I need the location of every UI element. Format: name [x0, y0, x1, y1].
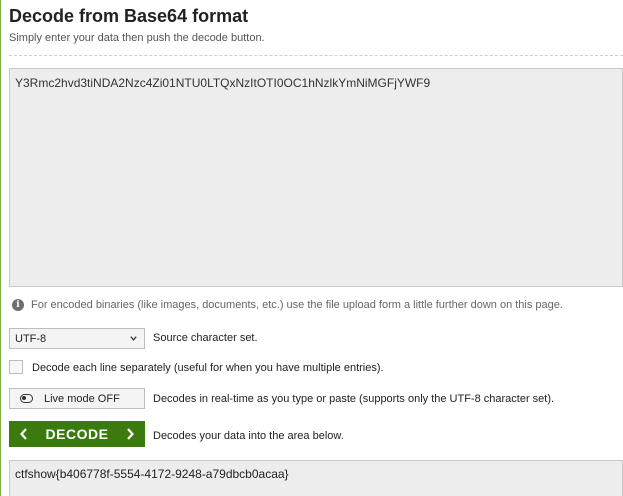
page-subtitle: Simply enter your data then push the dec…	[9, 32, 265, 44]
live-mode-label: Live mode OFF	[44, 392, 120, 405]
decode-description: Decodes your data into the area below.	[153, 430, 344, 442]
info-icon: i	[12, 299, 24, 311]
decode-lines-label: Decode each line separately (useful for …	[32, 362, 384, 374]
charset-select[interactable]: UTF-8	[9, 328, 145, 349]
live-mode-description: Decodes in real-time as you type or past…	[153, 393, 555, 405]
decoded-output-textarea[interactable]: ctfshow{b406778f-5554-4172-9248-a79dbcb0…	[9, 460, 623, 496]
toggle-icon	[20, 394, 33, 403]
divider	[9, 55, 623, 56]
chevron-down-icon	[130, 336, 137, 341]
decode-button-label: DECODE	[45, 426, 109, 442]
chevron-right-icon	[127, 428, 134, 440]
page-title: Decode from Base64 format	[9, 6, 249, 26]
live-mode-toggle-button[interactable]: Live mode OFF	[9, 388, 145, 409]
info-note: i For encoded binaries (like images, doc…	[12, 298, 563, 312]
info-text: For encoded binaries (like images, docum…	[31, 299, 563, 311]
charset-selected-value: UTF-8	[15, 332, 47, 345]
decode-button[interactable]: DECODE	[9, 421, 145, 447]
decode-lines-checkbox[interactable]	[9, 360, 23, 374]
charset-label: Source character set.	[153, 332, 258, 344]
left-accent-bar	[0, 0, 1, 496]
encoded-input-textarea[interactable]: Y3Rmc2hvd3tiNDA2Nzc4Zi01NTU0LTQxNzItOTI0…	[9, 68, 623, 287]
chevron-left-icon	[20, 428, 27, 440]
